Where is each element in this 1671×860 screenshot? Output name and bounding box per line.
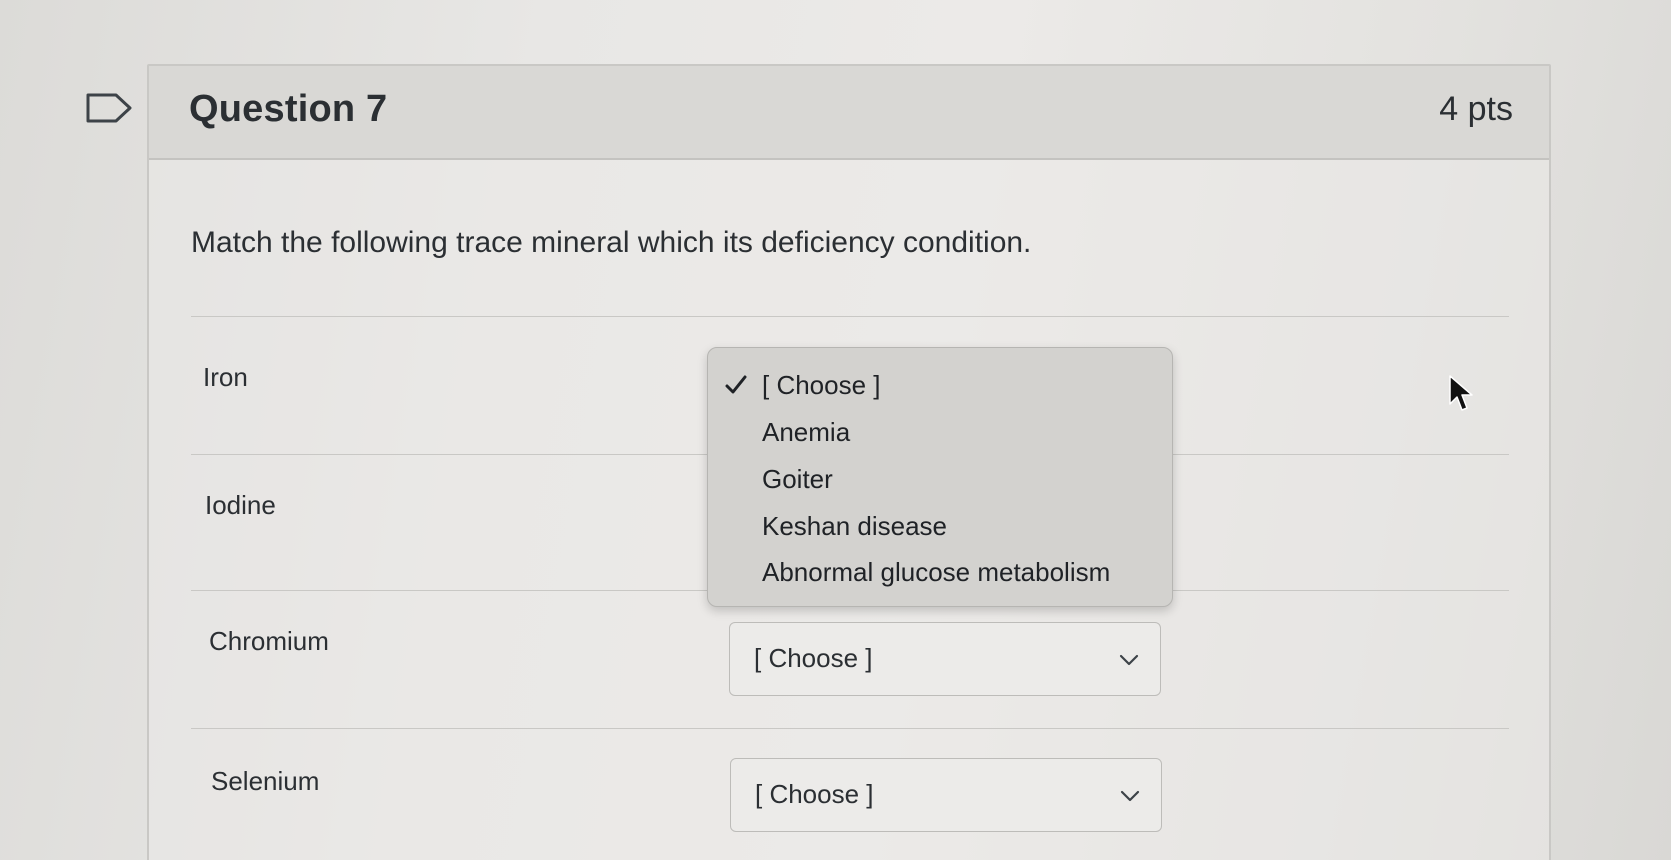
chevron-down-icon xyxy=(1119,654,1139,666)
question-title: Question 7 xyxy=(189,88,388,130)
row-divider xyxy=(191,728,1509,729)
flag-question-icon[interactable] xyxy=(86,93,132,123)
chevron-down-icon xyxy=(1120,790,1140,802)
option-keshan-disease[interactable]: Keshan disease xyxy=(762,511,947,542)
option-anemia[interactable]: Anemia xyxy=(762,417,850,448)
question-prompt: Match the following trace mineral which … xyxy=(191,226,1032,259)
quiz-page: Question 7 4 pts Match the following tra… xyxy=(0,0,1671,860)
match-label-selenium: Selenium xyxy=(211,766,320,796)
select-value: [ Choose ] xyxy=(755,779,874,809)
question-header: Question 7 4 pts xyxy=(149,66,1549,160)
match-label-iron: Iron xyxy=(203,362,248,392)
checkmark-icon xyxy=(725,375,747,394)
match-select-selenium[interactable]: [ Choose ] xyxy=(730,758,1162,832)
option-choose[interactable]: [ Choose ] xyxy=(762,370,881,401)
match-select-chromium[interactable]: [ Choose ] xyxy=(729,622,1161,696)
select-options-menu: [ Choose ] Anemia Goiter Keshan disease … xyxy=(707,347,1173,607)
mouse-pointer-icon xyxy=(1449,375,1473,411)
select-value: [ Choose ] xyxy=(754,643,873,673)
row-divider xyxy=(191,316,1509,317)
question-points: 4 pts xyxy=(1439,90,1513,128)
match-label-iodine: Iodine xyxy=(205,490,276,520)
option-goiter[interactable]: Goiter xyxy=(762,464,833,495)
option-abnormal-glucose-metabolism[interactable]: Abnormal glucose metabolism xyxy=(762,557,1110,588)
match-label-chromium: Chromium xyxy=(209,626,329,656)
